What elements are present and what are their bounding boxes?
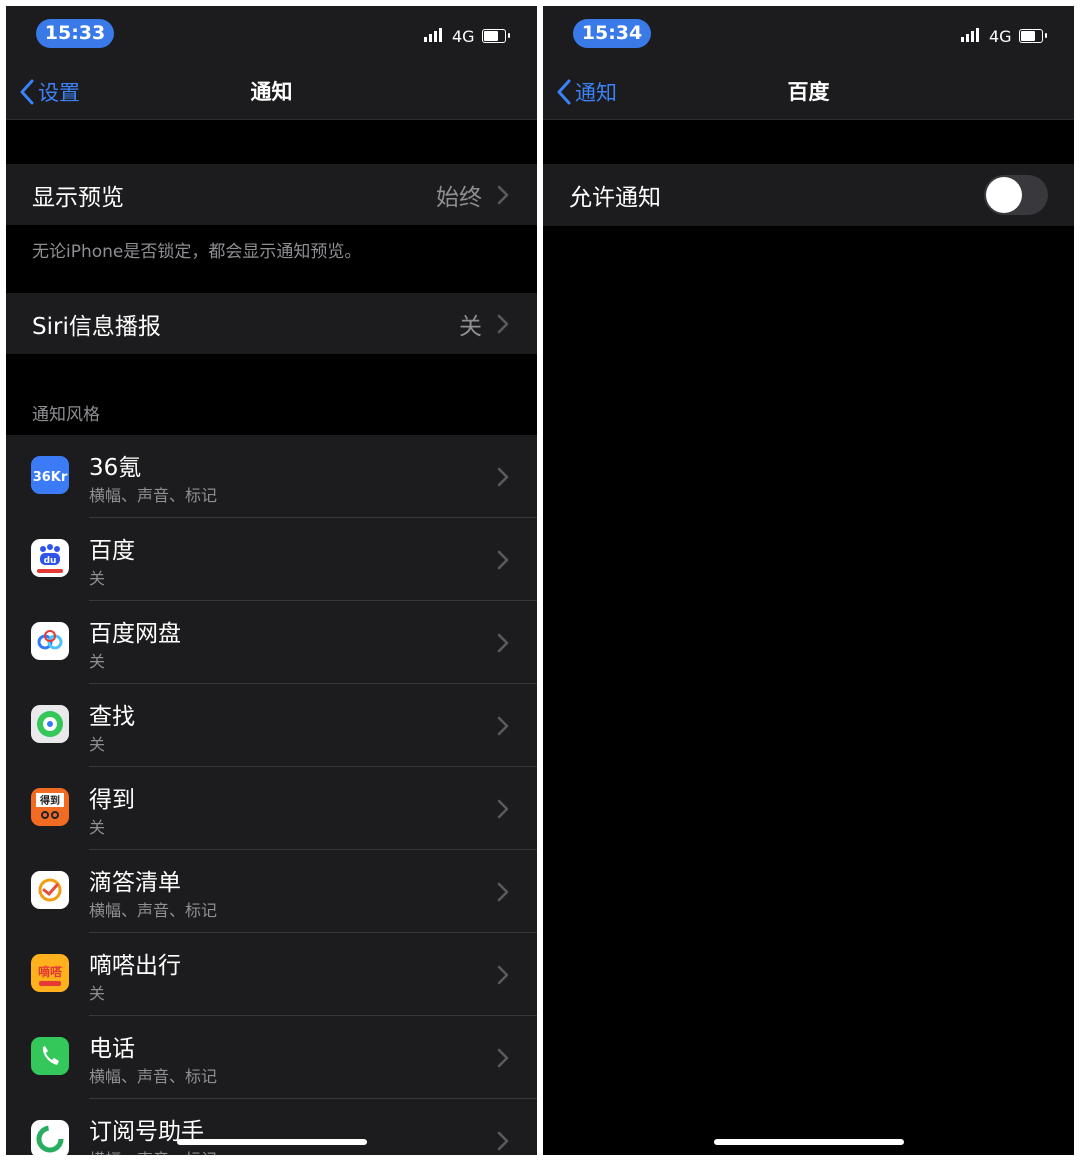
chevron-left-icon (557, 79, 571, 105)
back-button[interactable]: 通知 (557, 74, 617, 110)
app-notification-summary: 横幅、声音、标记 (89, 901, 218, 920)
app-notification-summary: 横幅、声音、标记 (89, 486, 218, 505)
allow-notifications-row: 允许通知 (543, 164, 1074, 226)
chevron-right-icon (497, 550, 509, 569)
page-title: 百度 (787, 80, 830, 104)
status-bar: 15:34 4G (543, 6, 1074, 66)
allow-notifications-label: 允许通知 (569, 185, 661, 211)
app-name: 嘀嗒出行 (89, 953, 181, 979)
status-bar: 15:33 4G (6, 6, 537, 66)
notifications-screen: 15:33 4G 通知 设置 显示预览 始终 无论iPhone是否锁定，都会显示… (6, 6, 537, 1155)
nav-bar: 通知 设置 (6, 66, 537, 120)
baidu-icon: du (31, 539, 69, 577)
chevron-right-icon (497, 467, 509, 486)
app-name: 电话 (89, 1036, 135, 1062)
app-row[interactable]: 百度网盘关 (6, 601, 537, 684)
chevron-left-icon (20, 79, 34, 105)
svg-text:嘀嗒: 嘀嗒 (38, 964, 63, 979)
app-notification-summary: 横幅、声音、标记 (89, 1146, 217, 1155)
find-my-icon (31, 705, 69, 743)
status-time[interactable]: 15:34 (573, 19, 651, 48)
app-row[interactable]: du 百度关 (6, 518, 537, 601)
app-row[interactable]: 嘀嗒 嘀嗒出行关 (6, 933, 537, 1016)
svg-text:du: du (44, 556, 57, 566)
app-name: 百度 (89, 538, 135, 564)
carrier-label: 4G (452, 27, 475, 46)
app-notification-summary: 关 (89, 735, 106, 754)
app-row[interactable]: 查找关 (6, 684, 537, 767)
chevron-right-icon (497, 314, 509, 333)
page-title: 通知 (250, 80, 293, 104)
svg-text:得到: 得到 (39, 794, 60, 807)
app-name: 36氪 (89, 455, 142, 481)
back-button[interactable]: 设置 (20, 74, 80, 110)
back-label: 设置 (38, 81, 80, 105)
chevron-right-icon (497, 633, 509, 652)
chevron-right-icon (497, 185, 509, 204)
home-indicator[interactable] (176, 1139, 367, 1145)
show-preview-label: 显示预览 (32, 184, 124, 211)
ticktick-icon (31, 871, 69, 909)
app-row[interactable]: 订阅号助手横幅、声音、标记 (6, 1099, 537, 1155)
signal-icon (424, 28, 444, 42)
app-notification-summary: 关 (89, 652, 106, 671)
chevron-right-icon (497, 1048, 509, 1067)
app-notification-summary: 关 (89, 569, 106, 588)
toggle-knob (986, 177, 1022, 213)
chevron-right-icon (497, 716, 509, 735)
36kr-icon: 36Kr (31, 456, 69, 494)
app-notification-summary: 关 (89, 984, 106, 1003)
dedao-icon: 得到 (31, 788, 69, 826)
app-name: 滴答清单 (89, 870, 181, 896)
app-row[interactable]: 滴答清单横幅、声音、标记 (6, 850, 537, 933)
app-name: 得到 (89, 787, 135, 813)
chevron-right-icon (497, 965, 509, 984)
baidu-netdisk-icon (31, 622, 69, 660)
app-name: 百度网盘 (89, 621, 181, 647)
app-row[interactable]: 36Kr 36氪横幅、声音、标记 (6, 435, 537, 518)
phone-icon (31, 1037, 69, 1075)
chevron-right-icon (497, 882, 509, 901)
baidu-notification-screen: 15:34 4G 百度 通知 允许通知 (543, 6, 1074, 1155)
chevron-right-icon (497, 799, 509, 818)
status-time[interactable]: 15:33 (36, 19, 114, 48)
app-notification-summary: 横幅、声音、标记 (89, 1067, 218, 1086)
svg-text:36Kr: 36Kr (33, 470, 68, 485)
siri-label: Siri信息播报 (32, 313, 161, 340)
app-name: 查找 (89, 704, 135, 730)
siri-announce-row[interactable]: Siri信息播报 关 (6, 293, 537, 354)
app-notification-summary: 关 (89, 818, 106, 837)
app-row[interactable]: 得到 得到关 (6, 767, 537, 850)
carrier-label: 4G (989, 27, 1012, 46)
show-preview-value: 始终 (436, 184, 482, 211)
app-row[interactable]: 电话横幅、声音、标记 (6, 1016, 537, 1099)
signal-icon (961, 28, 981, 42)
battery-icon (1019, 29, 1047, 43)
allow-notifications-toggle[interactable] (984, 175, 1048, 215)
nav-bar: 百度 通知 (543, 66, 1074, 120)
siri-value: 关 (459, 313, 482, 340)
back-label: 通知 (575, 81, 617, 105)
subscription-assistant-icon (31, 1120, 69, 1155)
show-preview-row[interactable]: 显示预览 始终 (6, 164, 537, 225)
preview-footnote: 无论iPhone是否锁定，都会显示通知预览。 (32, 242, 362, 262)
home-indicator[interactable] (713, 1139, 904, 1145)
chevron-right-icon (497, 1131, 509, 1150)
battery-icon (482, 29, 510, 43)
dida-chuxing-icon: 嘀嗒 (31, 954, 69, 992)
section-header: 通知风格 (32, 405, 100, 425)
